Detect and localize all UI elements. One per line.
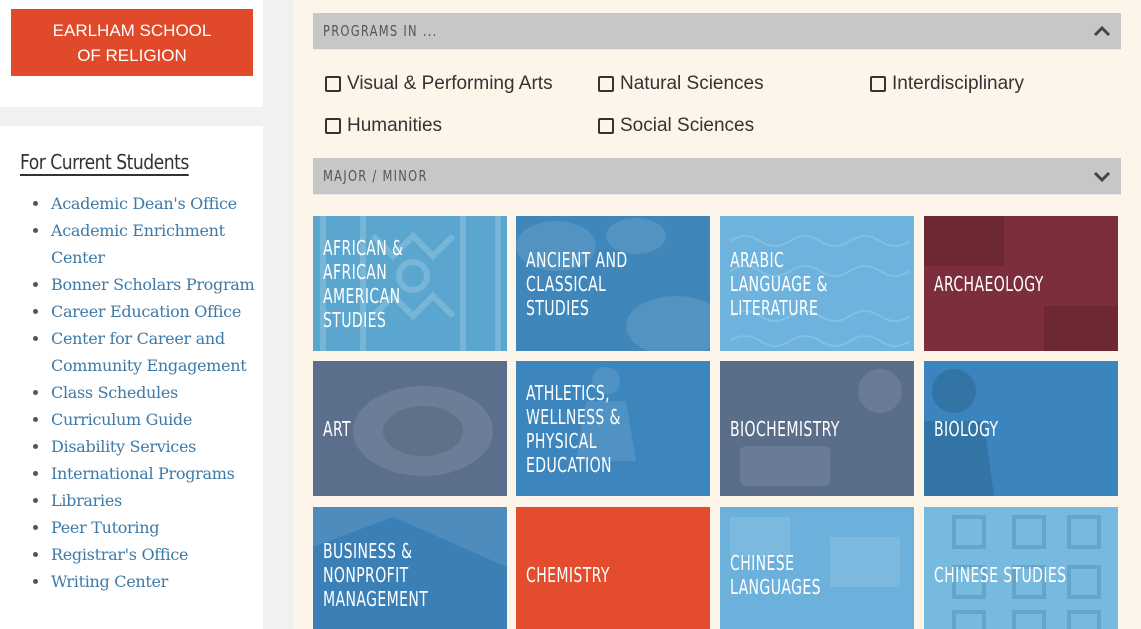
program-tile[interactable]: CHINESE LANGUAGES — [720, 507, 914, 629]
list-item: Peer Tutoring — [20, 514, 258, 541]
tile-label: CHINESE STUDIES — [934, 562, 1067, 587]
filter-social-sciences[interactable]: Social Sciences — [598, 115, 754, 137]
filter-label: Visual & Performing Arts — [347, 73, 553, 94]
tile-label: AFRICAN & AFRICAN AMERICAN STUDIES — [323, 235, 404, 332]
list-item: Curriculum Guide — [20, 406, 258, 433]
major-minor-accordion[interactable]: MAJOR / MINOR — [313, 158, 1121, 195]
filter-interdisciplinary[interactable]: Interdisciplinary — [870, 73, 1024, 95]
list-item: Libraries — [20, 487, 258, 514]
list-item: Bonner Scholars Program — [20, 271, 258, 298]
nav-link-bonner-scholars-program[interactable]: Bonner Scholars Program — [51, 275, 255, 294]
tile-label: CHINESE LANGUAGES — [730, 550, 821, 599]
gutter — [263, 0, 293, 629]
checkbox[interactable] — [598, 76, 614, 92]
list-item: Registrar's Office — [20, 541, 258, 568]
list-item: Disability Services — [20, 433, 258, 460]
nav-link-libraries[interactable]: Libraries — [51, 491, 122, 510]
nav-link-class-schedules[interactable]: Class Schedules — [51, 383, 178, 402]
programs-in-accordion[interactable]: PROGRAMS IN ... — [313, 13, 1121, 50]
nav-link-curriculum-guide[interactable]: Curriculum Guide — [51, 410, 192, 429]
program-tile[interactable]: ATHLETICS, WELLNESS & PHYSICAL EDUCATION — [516, 361, 710, 496]
tile-label: CHEMISTRY — [526, 562, 610, 587]
nav-link-disability-services[interactable]: Disability Services — [51, 437, 196, 456]
checkbox[interactable] — [870, 76, 886, 92]
tile-label: BUSINESS & NONPROFIT MANAGEMENT — [323, 538, 429, 611]
list-item: Academic Dean's Office — [20, 190, 258, 217]
program-tile[interactable]: AFRICAN & AFRICAN AMERICAN STUDIES — [313, 216, 507, 351]
chevron-down-icon[interactable] — [1092, 166, 1112, 186]
tile-label: ATHLETICS, WELLNESS & PHYSICAL EDUCATION — [526, 380, 621, 477]
programs-main: PROGRAMS IN ... Visual & Performing Arts… — [293, 0, 1141, 629]
filter-label: Natural Sciences — [620, 73, 764, 94]
current-students-nav: For Current Students Academic Dean's Off… — [0, 126, 263, 629]
nav-link-international-programs[interactable]: International Programs — [51, 464, 235, 483]
earlham-school-of-religion-button[interactable]: EARLHAM SCHOOL OF RELIGION — [11, 9, 253, 76]
filter-humanities[interactable]: Humanities — [325, 115, 442, 137]
filter-label: Humanities — [347, 115, 443, 136]
program-tile[interactable]: ANCIENT AND CLASSICAL STUDIES — [516, 216, 710, 351]
program-tile[interactable]: CHEMISTRY — [516, 507, 710, 629]
program-tiles-grid: AFRICAN & AFRICAN AMERICAN STUDIES ANCIE… — [313, 216, 1121, 629]
left-sidebar: EARLHAM SCHOOL OF RELIGION For Current S… — [0, 0, 263, 629]
brand-card: EARLHAM SCHOOL OF RELIGION — [0, 0, 263, 107]
tile-label: ARABIC LANGUAGE & LITERATURE — [730, 247, 828, 320]
filter-label: Interdisciplinary — [892, 73, 1024, 94]
list-item: Class Schedules — [20, 379, 258, 406]
program-tile[interactable]: ARCHAEOLOGY — [924, 216, 1118, 351]
program-tile[interactable]: BIOLOGY — [924, 361, 1118, 496]
nav-link-career-education-office[interactable]: Career Education Office — [51, 302, 241, 321]
checkbox[interactable] — [325, 118, 341, 134]
filter-label: Social Sciences — [620, 115, 755, 136]
chevron-up-icon[interactable] — [1092, 21, 1112, 41]
nav-link-registrars-office[interactable]: Registrar's Office — [51, 545, 188, 564]
tile-label: ART — [323, 416, 351, 441]
program-tile[interactable]: BUSINESS & NONPROFIT MANAGEMENT — [313, 507, 507, 629]
program-filters: Visual & Performing Arts Natural Science… — [323, 66, 1113, 156]
tile-label: ANCIENT AND CLASSICAL STUDIES — [526, 247, 628, 320]
major-minor-label: MAJOR / MINOR — [323, 167, 428, 185]
program-tile[interactable]: ART — [313, 361, 507, 496]
brand-line-2: OF RELIGION — [77, 45, 187, 65]
program-tile[interactable]: CHINESE STUDIES — [924, 507, 1118, 629]
nav-title[interactable]: For Current Students — [20, 150, 189, 174]
list-item: International Programs — [20, 460, 258, 487]
list-item: Career Education Office — [20, 298, 258, 325]
program-tile[interactable]: ARABIC LANGUAGE & LITERATURE — [720, 216, 914, 351]
nav-link-writing-center[interactable]: Writing Center — [51, 572, 168, 591]
filter-visual-performing-arts[interactable]: Visual & Performing Arts — [325, 73, 553, 95]
checkbox[interactable] — [598, 118, 614, 134]
list-item: Writing Center — [20, 568, 258, 595]
tile-label: BIOCHEMISTRY — [730, 416, 840, 441]
list-item: Center for Career and Community Engageme… — [20, 325, 258, 379]
program-tile[interactable]: BIOCHEMISTRY — [720, 361, 914, 496]
programs-in-label: PROGRAMS IN ... — [323, 22, 438, 40]
nav-link-academic-enrichment-center[interactable]: Academic Enrichment Center — [51, 221, 225, 267]
tile-label: ARCHAEOLOGY — [934, 271, 1044, 296]
tile-label: BIOLOGY — [934, 416, 999, 441]
filter-natural-sciences[interactable]: Natural Sciences — [598, 73, 764, 95]
nav-link-peer-tutoring[interactable]: Peer Tutoring — [51, 518, 159, 537]
nav-list: Academic Dean's Office Academic Enrichme… — [20, 190, 258, 595]
brand-line-1: EARLHAM SCHOOL — [52, 20, 212, 40]
list-item: Academic Enrichment Center — [20, 217, 258, 271]
checkbox[interactable] — [325, 76, 341, 92]
nav-link-center-career-community[interactable]: Center for Career and Community Engageme… — [51, 329, 247, 375]
nav-link-academic-deans-office[interactable]: Academic Dean's Office — [51, 194, 237, 213]
